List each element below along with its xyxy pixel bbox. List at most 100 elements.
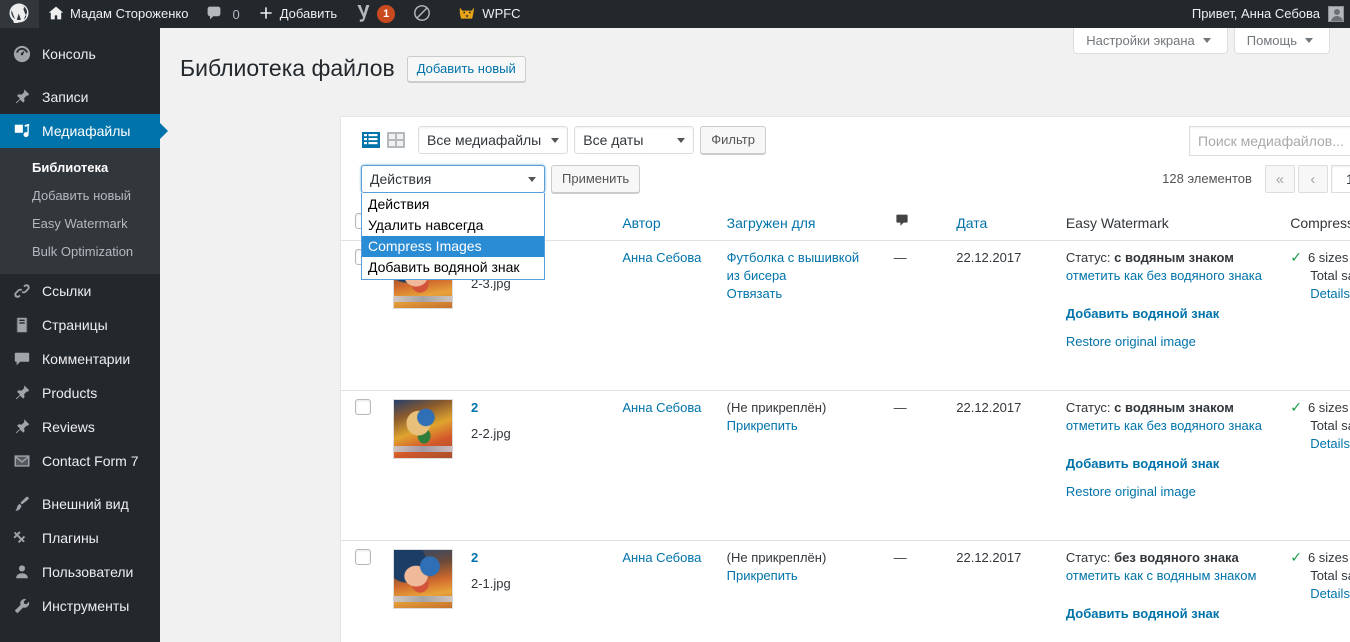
author-link[interactable]: Анна Себова (622, 400, 701, 415)
column-header-comments[interactable] (883, 205, 947, 241)
watermark-status-value: без водяного знака (1114, 550, 1239, 565)
row-parent-cell: (Не прикреплён) Прикрепить (716, 540, 884, 642)
apply-button[interactable]: Применить (551, 165, 641, 193)
row-checkbox-cell (341, 390, 383, 541)
sidebar-item-posts[interactable]: Записи (0, 80, 160, 114)
column-header-easy-watermark: Easy Watermark (1055, 205, 1281, 241)
filter-button[interactable]: Фильтр (700, 126, 766, 154)
detach-link[interactable]: Отвязать (727, 286, 783, 301)
sidebar-item-links[interactable]: Ссылки (0, 274, 160, 308)
watermark-status-value: с водяным знаком (1114, 250, 1234, 265)
media-thumbnail[interactable] (392, 549, 453, 609)
wpfc-menu[interactable]: WPFC (440, 0, 529, 28)
bulk-option-default[interactable]: Действия (362, 194, 544, 215)
watermark-status-label: Статус: (1065, 250, 1115, 265)
row-checkbox[interactable] (355, 399, 371, 415)
sidebar-item-comments[interactable]: Комментарии (0, 342, 160, 376)
add-new-button[interactable]: Добавить новый (406, 55, 526, 82)
bulk-actions-select[interactable]: Действия (361, 165, 545, 193)
attach-link[interactable]: Прикрепить (727, 568, 798, 583)
column-header-parent[interactable]: Загружен для (716, 205, 884, 241)
date-filter-select[interactable]: Все даты (574, 126, 695, 154)
author-link[interactable]: Анна Себова (622, 250, 701, 265)
sidebar-label-media: Медиафайлы (42, 123, 131, 139)
author-link[interactable]: Анна Себова (622, 550, 701, 565)
compression-details-link[interactable]: Details (1310, 585, 1350, 603)
row-watermark-cell: Статус: с водяным знаком отметить как бе… (1055, 390, 1281, 541)
media-thumbnail[interactable] (392, 399, 453, 459)
plus-icon (258, 5, 274, 24)
submenu-item-add-new[interactable]: Добавить новый (0, 182, 160, 210)
media-title-link[interactable]: 2 (471, 399, 602, 417)
watermark-status-label: Статус: (1065, 550, 1115, 565)
column-header-author[interactable]: Автор (612, 205, 717, 241)
sidebar-item-plugins[interactable]: Плагины (0, 521, 160, 555)
sidebar-item-dashboard[interactable]: Консоль (0, 37, 160, 71)
add-watermark-link[interactable]: Добавить водяной знак (1066, 605, 1270, 623)
sidebar-item-tools[interactable]: Инструменты (0, 589, 160, 623)
screen-options-button[interactable]: Настройки экрана (1073, 28, 1228, 54)
media-list-panel: Все медиафайлы Все даты Фильтр Действия … (340, 116, 1350, 642)
column-header-compression: Compression (1280, 205, 1350, 241)
row-compression-cell: ✓ 6 sizes compressed Total savings 15% D… (1280, 241, 1350, 391)
sidebar-item-users[interactable]: Пользователи (0, 555, 160, 589)
bulk-option-add-watermark[interactable]: Добавить водяной знак (362, 257, 544, 278)
row-watermark-cell: Статус: без водяного знака отметить как … (1055, 540, 1281, 642)
site-name-menu[interactable]: Мадам Стороженко (39, 0, 197, 28)
compression-details-link[interactable]: Details (1310, 435, 1350, 453)
row-date-cell: 22.12.2017 (946, 540, 1056, 642)
prev-page-button[interactable]: ‹ (1297, 165, 1328, 193)
row-checkbox[interactable] (355, 549, 371, 565)
sidebar-item-appearance[interactable]: Внешний вид (0, 487, 160, 521)
add-watermark-link[interactable]: Добавить водяной знак (1066, 455, 1270, 473)
help-label: Помощь (1246, 33, 1297, 48)
wordpress-logo-menu[interactable] (0, 0, 39, 28)
sidebar-item-reviews[interactable]: Reviews (0, 410, 160, 444)
row-thumbnail-cell (382, 390, 461, 541)
search-input[interactable] (1189, 126, 1350, 156)
current-page-input[interactable]: 1 (1330, 165, 1350, 193)
submenu-item-easy-watermark[interactable]: Easy Watermark (0, 210, 160, 238)
restore-original-link[interactable]: Restore original image (1066, 333, 1270, 351)
pin-icon (12, 87, 32, 107)
list-view-icon[interactable] (361, 130, 381, 150)
sidebar-item-media[interactable]: Медиафайлы (0, 114, 168, 148)
column-header-date[interactable]: Дата (946, 205, 1056, 241)
new-content-menu[interactable]: Добавить (249, 0, 346, 28)
bulk-option-compress-images[interactable]: Compress Images (362, 236, 544, 257)
submenu-item-bulk-optimization[interactable]: Bulk Optimization (0, 238, 160, 266)
parent-post-link[interactable]: Футболка с вышивкой из бисера (727, 250, 859, 283)
sidebar-label-links: Ссылки (42, 283, 92, 299)
sidebar-label-contact-form-7: Contact Form 7 (42, 453, 139, 469)
watermark-toggle-link[interactable]: отметить как с водяным знаком (1066, 568, 1257, 583)
blocked-menu[interactable] (404, 0, 440, 28)
watermark-toggle-link[interactable]: отметить как без водяного знака (1066, 268, 1262, 283)
date-filter-value: Все даты (583, 132, 644, 148)
account-menu[interactable]: Привет, Анна Себова (1192, 0, 1350, 28)
comments-menu[interactable]: 0 (197, 0, 248, 28)
first-page-button[interactable]: « (1264, 165, 1295, 193)
watermark-toggle-link[interactable]: отметить как без водяного знака (1066, 418, 1262, 433)
link-icon (12, 281, 32, 301)
compression-details-link[interactable]: Details (1310, 285, 1350, 303)
media-title-link[interactable]: 2 (471, 549, 602, 567)
attach-link[interactable]: Прикрепить (727, 418, 798, 433)
sidebar-label-reviews: Reviews (42, 419, 95, 435)
grid-view-icon[interactable] (386, 130, 406, 150)
sidebar-label-users: Пользователи (42, 564, 134, 580)
media-type-filter-select[interactable]: Все медиафайлы (418, 126, 569, 154)
submenu-item-library[interactable]: Библиотека (0, 154, 160, 182)
dashboard-icon (12, 44, 32, 64)
comments-count: 0 (232, 6, 240, 22)
wordpress-logo-icon (9, 3, 29, 27)
screen-options-label: Настройки экрана (1086, 33, 1195, 48)
row-compression-cell: ✓ 6 sizes compressed Total savings 11% D… (1280, 540, 1350, 642)
sidebar-item-products[interactable]: Products (0, 376, 160, 410)
restore-original-link[interactable]: Restore original image (1066, 483, 1270, 501)
bulk-option-delete-permanently[interactable]: Удалить навсегда (362, 215, 544, 236)
sidebar-item-pages[interactable]: Страницы (0, 308, 160, 342)
add-watermark-link[interactable]: Добавить водяной знак (1066, 305, 1270, 323)
sidebar-item-contact-form-7[interactable]: Contact Form 7 (0, 444, 160, 478)
help-button[interactable]: Помощь (1233, 28, 1330, 54)
yoast-seo-menu[interactable]: 1 (346, 0, 404, 28)
